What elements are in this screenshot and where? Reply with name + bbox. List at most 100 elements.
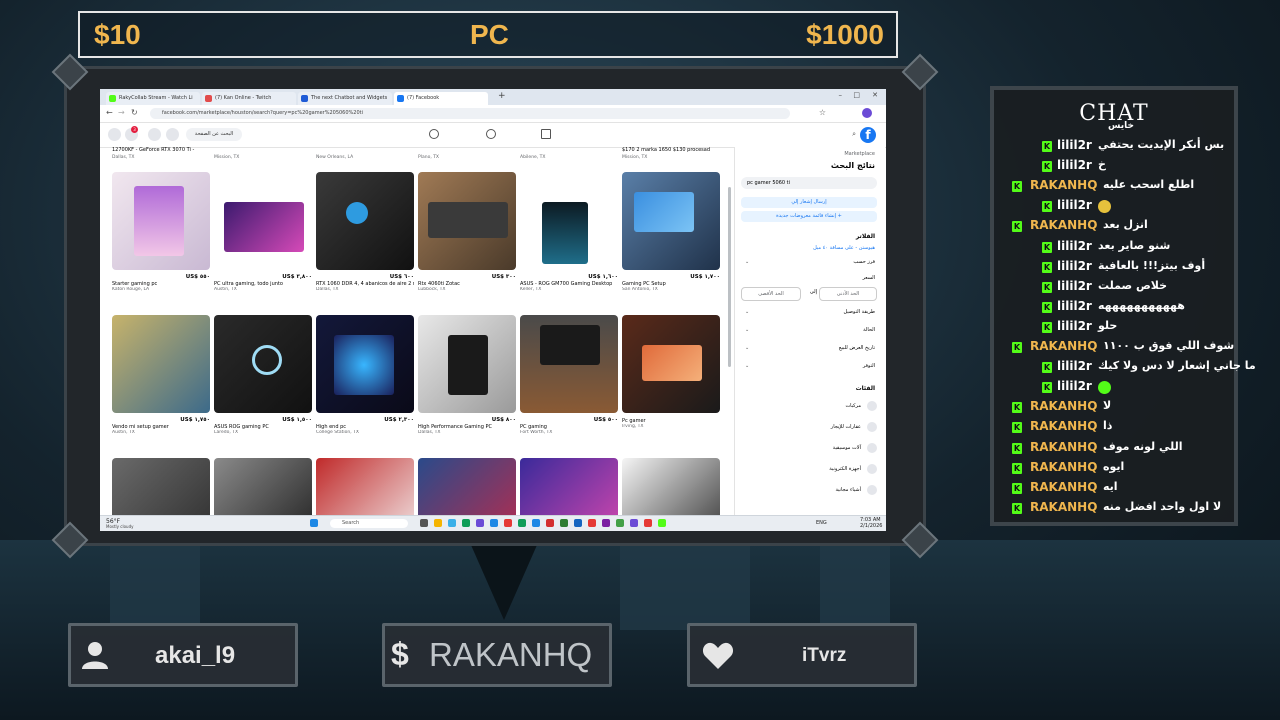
- category-item[interactable]: آلات موسيقية: [833, 445, 861, 451]
- sort-filter[interactable]: فرز حسب: [853, 259, 875, 265]
- category-item[interactable]: عقارات للإيجار: [831, 424, 861, 430]
- listing-card[interactable]: Pc gamer Irving, TX: [622, 315, 720, 429]
- chat-username[interactable]: RAKANHQ: [1030, 399, 1097, 413]
- profile-avatar[interactable]: [862, 108, 872, 118]
- listing-card[interactable]: [622, 458, 720, 515]
- app-icon[interactable]: [490, 519, 498, 527]
- minimize-icon[interactable]: –: [839, 91, 843, 99]
- listing-card[interactable]: US$ ٣,٨٠٠ PC ultra gaming, todo junto Au…: [214, 172, 312, 292]
- chat-username[interactable]: lilil2r: [1057, 279, 1092, 293]
- min-price-input[interactable]: الحد الأدنى: [819, 287, 877, 301]
- facebook-logo-icon[interactable]: f: [860, 127, 876, 143]
- reload-icon[interactable]: ↻: [131, 108, 138, 117]
- app-icon[interactable]: [644, 519, 652, 527]
- messenger-icon[interactable]: [148, 128, 161, 141]
- category-item[interactable]: أشياء مجانية: [835, 487, 861, 493]
- listing-card[interactable]: US$ ٢,٣٠٠ High end pc College Station, T…: [316, 315, 414, 435]
- app-icon[interactable]: [546, 519, 554, 527]
- category-item[interactable]: مركبات: [845, 403, 861, 409]
- listing-card[interactable]: US$ ٦٠٠ RTX 1060 DDR 4, 4 abanicos de ai…: [316, 172, 414, 292]
- chat-username[interactable]: RAKANHQ: [1030, 480, 1097, 494]
- listing-card[interactable]: US$ ٥٠٠ PC gaming Fort Worth, TX: [520, 315, 618, 435]
- chrome-icon[interactable]: [462, 519, 470, 527]
- chat-username[interactable]: RAKANHQ: [1030, 218, 1097, 232]
- gaming-nav-icon[interactable]: [429, 129, 439, 139]
- app-icon[interactable]: [476, 519, 484, 527]
- chat-username[interactable]: lilil2r: [1057, 299, 1092, 313]
- bookmark-star-icon[interactable]: ☆: [819, 108, 826, 117]
- create-listing-button[interactable]: + إنشاء قائمة معروضات جديدة: [741, 211, 877, 222]
- app-icon[interactable]: [602, 519, 610, 527]
- chat-username[interactable]: RAKANHQ: [1030, 339, 1097, 353]
- category-item[interactable]: أجهزة الكترونية: [829, 466, 861, 472]
- close-icon[interactable]: ✕: [872, 91, 878, 99]
- excel-icon[interactable]: [560, 519, 568, 527]
- chat-username[interactable]: lilil2r: [1057, 158, 1092, 172]
- app-icon[interactable]: [532, 519, 540, 527]
- chat-username[interactable]: lilil2r: [1057, 138, 1092, 152]
- app-icon[interactable]: [588, 519, 596, 527]
- chat-username[interactable]: lilil2r: [1057, 198, 1092, 212]
- file-explorer-icon[interactable]: [434, 519, 442, 527]
- word-icon[interactable]: [574, 519, 582, 527]
- back-icon[interactable]: ←: [106, 108, 113, 117]
- app-icon[interactable]: [518, 519, 526, 527]
- new-tab-icon[interactable]: +: [498, 91, 506, 101]
- app-icon[interactable]: [616, 519, 624, 527]
- task-view-icon[interactable]: [420, 519, 428, 527]
- condition-filter[interactable]: الحالة: [863, 327, 875, 333]
- app-icon[interactable]: [630, 519, 638, 527]
- chat-username[interactable]: RAKANHQ: [1030, 500, 1097, 514]
- forward-icon[interactable]: →: [118, 108, 125, 117]
- language-indicator[interactable]: ENG: [816, 520, 827, 526]
- edge-icon[interactable]: [448, 519, 456, 527]
- browser-tab-active[interactable]: (7) Facebook: [394, 92, 488, 105]
- search-icon[interactable]: ⌕: [852, 130, 856, 139]
- delivery-filter[interactable]: طريقة التوصيل: [844, 309, 875, 315]
- chat-username[interactable]: lilil2r: [1057, 259, 1092, 273]
- listing-card[interactable]: US$ ٥٥٠ Starter gaming pc Katon Rouge, L…: [112, 172, 210, 292]
- home-nav-icon[interactable]: [541, 129, 551, 139]
- windows-start-icon[interactable]: [310, 519, 318, 527]
- chat-username[interactable]: lilil2r: [1057, 359, 1092, 373]
- listing-card[interactable]: [316, 458, 414, 515]
- chat-username[interactable]: RAKANHQ: [1030, 178, 1097, 192]
- url-input[interactable]: facebook.com/marketplace/houston/search?…: [150, 108, 790, 119]
- listing-card[interactable]: US$ ١,٦٠٠ ASUS - ROG GM700 Gaming Deskto…: [520, 172, 618, 292]
- listing-card[interactable]: [418, 458, 516, 515]
- listing-card[interactable]: US$ ٨٠٠ High Performance Gaming PC Dalla…: [418, 315, 516, 435]
- marketplace-search-input[interactable]: pc gamer 5060 ti: [741, 177, 877, 189]
- listing-card[interactable]: US$ ٣٠٠ Rtx 4060ti Zotac Lubbock, TX: [418, 172, 516, 292]
- date-listed-filter[interactable]: تاريخ العرض للبيع: [839, 345, 875, 351]
- taskbar-search-input[interactable]: Search: [330, 519, 408, 528]
- notify-me-button[interactable]: إرسال إشعار إلي: [741, 197, 877, 208]
- availability-filter[interactable]: التوفر: [863, 363, 875, 369]
- browser-tab[interactable]: The next Chatbot and Widgets: [298, 92, 392, 105]
- breadcrumb[interactable]: Marketplace: [844, 151, 875, 157]
- maximize-icon[interactable]: □: [853, 91, 860, 99]
- chat-username[interactable]: lilil2r: [1057, 379, 1092, 393]
- profile-avatar[interactable]: [108, 128, 121, 141]
- chat-username[interactable]: lilil2r: [1057, 239, 1092, 253]
- listing-card[interactable]: [214, 458, 312, 515]
- listing-card[interactable]: US$ ١,٧٥٠ Vendo mi setup gamer Austin, T…: [112, 315, 210, 435]
- app-icon[interactable]: [504, 519, 512, 527]
- chat-username[interactable]: RAKANHQ: [1030, 460, 1097, 474]
- location-filter[interactable]: هيوستن - على مسافة ٤٠ ميل: [813, 245, 875, 251]
- browser-tab[interactable]: RakyCollab Stream - Watch Li: [106, 92, 200, 105]
- chat-username[interactable]: RAKANHQ: [1030, 419, 1097, 433]
- menu-grid-icon[interactable]: [166, 128, 179, 141]
- facebook-search-input[interactable]: البحث عن الصفحة: [186, 128, 242, 141]
- filters-heading: الفلاتر: [855, 233, 875, 240]
- max-price-input[interactable]: الحد الأقصى: [741, 287, 801, 301]
- chat-username[interactable]: RAKANHQ: [1030, 440, 1097, 454]
- listing-card[interactable]: US$ ١,٧٠٠ Gaming PC Setup San Antonio, T…: [622, 172, 720, 292]
- chat-username[interactable]: lilil2r: [1057, 319, 1092, 333]
- scrollbar[interactable]: [728, 187, 731, 367]
- groups-nav-icon[interactable]: [486, 129, 496, 139]
- browser-tab[interactable]: (7) Kan Online - Twitch: [202, 92, 296, 105]
- listing-card[interactable]: [112, 458, 210, 515]
- kick-icon[interactable]: [658, 519, 666, 527]
- listing-card[interactable]: US$ ١,٥٠٠ ASUS ROG gaming PC Laredo, TX: [214, 315, 312, 435]
- listing-card[interactable]: [520, 458, 618, 515]
